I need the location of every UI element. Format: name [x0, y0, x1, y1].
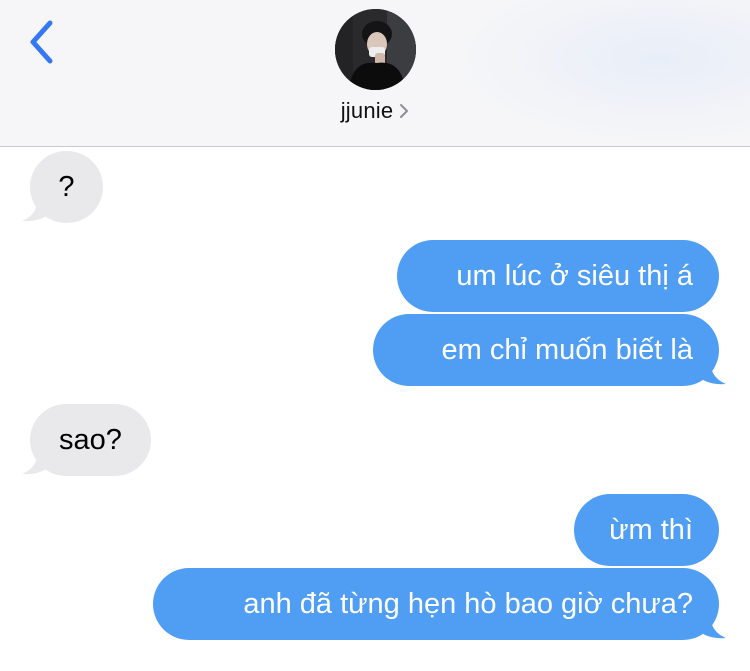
message-list: ? um lúc ở siêu thị á em chỉ muốn biết l…: [0, 147, 750, 671]
contact-info-link[interactable]: jjunie: [0, 96, 750, 126]
message-bubble-outgoing[interactable]: ừm thì: [574, 494, 719, 566]
message-text: anh đã từng hẹn hò bao giờ chưa?: [243, 587, 693, 620]
chevron-left-icon: [30, 20, 53, 64]
avatar-photo: [335, 9, 416, 90]
bubble-tail: [698, 360, 726, 385]
avatar[interactable]: [335, 9, 416, 90]
bubble-tail: [698, 614, 726, 639]
message-bubble-outgoing[interactable]: um lúc ở siêu thị á: [397, 240, 719, 312]
message-text: ừm thì: [609, 513, 693, 546]
back-button[interactable]: [18, 14, 64, 70]
contact-name: jjunie: [340, 98, 394, 123]
message-text: um lúc ở siêu thị á: [456, 259, 693, 292]
message-text: sao?: [59, 423, 122, 456]
message-bubble-outgoing[interactable]: anh đã từng hẹn hò bao giờ chưa?: [153, 568, 719, 640]
bubble-tail: [22, 197, 50, 222]
message-bubble-outgoing[interactable]: em chỉ muốn biết là: [373, 314, 719, 386]
conversation-header: jjunie: [0, 0, 750, 147]
message-text: ?: [58, 170, 75, 203]
bubble-tail: [22, 450, 50, 475]
message-text: em chỉ muốn biết là: [441, 333, 693, 366]
chevron-right-icon: [400, 104, 409, 118]
